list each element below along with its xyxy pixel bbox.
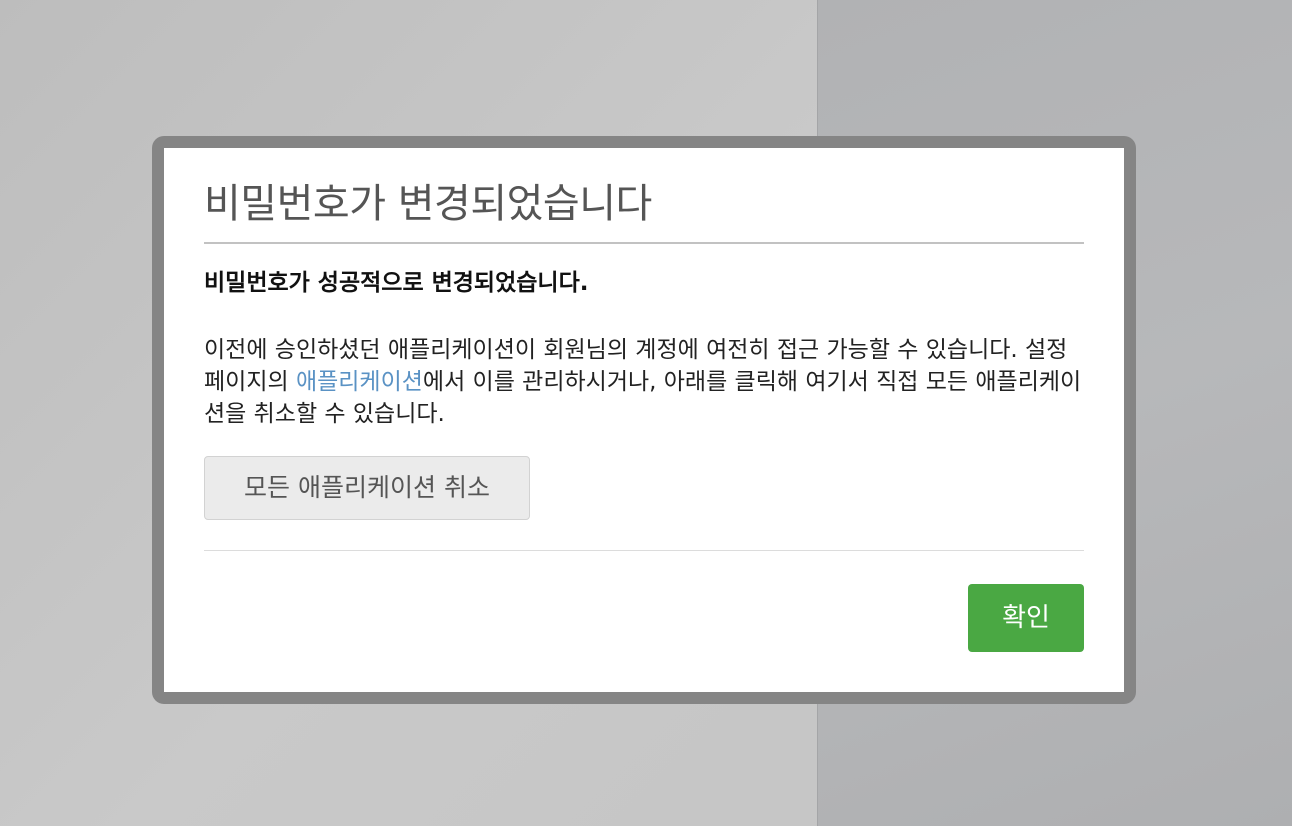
footer-divider xyxy=(204,550,1084,551)
dialog-header: 비밀번호가 변경되었습니다 xyxy=(204,148,1084,244)
applications-link[interactable]: 애플리케이션 xyxy=(296,369,423,395)
confirm-button[interactable]: 확인 xyxy=(968,584,1084,652)
success-message: 비밀번호가 성공적으로 변경되었습니다. xyxy=(204,270,589,296)
revoke-all-applications-button[interactable]: 모든 애플리케이션 취소 xyxy=(204,456,530,520)
dialog-title: 비밀번호가 변경되었습니다 xyxy=(204,181,652,227)
password-changed-dialog: 비밀번호가 변경되었습니다 비밀번호가 성공적으로 변경되었습니다. 이전에 승… xyxy=(164,148,1124,692)
description-text: 이전에 승인하셨던 애플리케이션이 회원님의 계정에 여전히 접근 가능할 수 … xyxy=(204,334,1084,430)
